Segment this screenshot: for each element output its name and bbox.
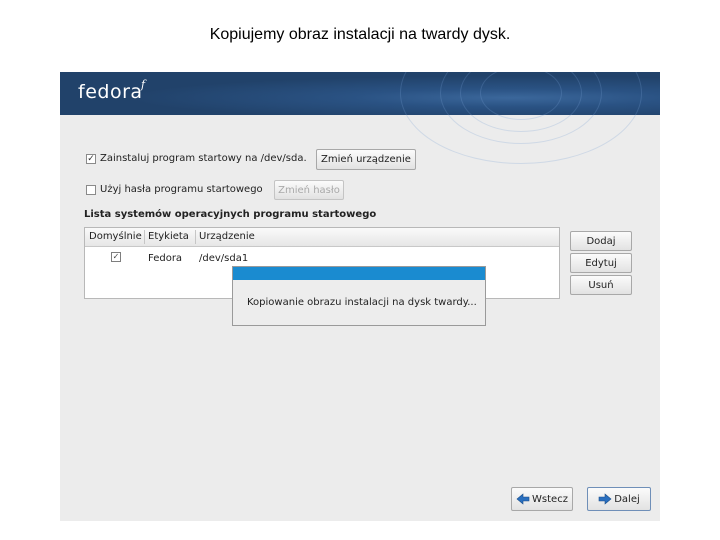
bootloader-password-label: Użyj hasła programu startowego bbox=[100, 184, 263, 195]
change-password-button[interactable]: Zmień hasło bbox=[274, 180, 344, 200]
bootloader-password-checkbox[interactable] bbox=[86, 184, 96, 195]
progress-message: Kopiowanie obrazu instalacji na dysk twa… bbox=[247, 297, 477, 308]
add-button[interactable]: Dodaj bbox=[570, 231, 632, 251]
row-label: Fedora bbox=[148, 253, 183, 264]
header-banner: fedora f bbox=[60, 72, 660, 164]
install-bootloader-label: Zainstaluj program startowy na /dev/sda. bbox=[100, 153, 307, 164]
bootloader-password-row: Użyj hasła programu startowego bbox=[86, 184, 263, 195]
column-header-label[interactable]: Etykieta bbox=[148, 231, 189, 242]
back-button[interactable]: Wstecz bbox=[511, 487, 573, 511]
install-bootloader-checkbox[interactable]: ✓ bbox=[86, 153, 96, 164]
back-label: Wstecz bbox=[532, 493, 568, 505]
fedora-infinity-icon: f bbox=[141, 78, 146, 91]
install-bootloader-row: ✓ Zainstaluj program startowy na /dev/sd… bbox=[86, 153, 307, 164]
change-device-button[interactable]: Zmień urządzenie bbox=[316, 149, 416, 170]
column-header-device[interactable]: Urządzenie bbox=[199, 231, 255, 242]
arrow-right-icon bbox=[598, 493, 612, 505]
edit-button[interactable]: Edytuj bbox=[570, 253, 632, 273]
progress-dialog: Kopiowanie obrazu instalacji na dysk twa… bbox=[232, 266, 486, 326]
table-header: Domyślnie Etykieta Urządzenie bbox=[85, 228, 559, 247]
column-header-default[interactable]: Domyślnie bbox=[89, 231, 142, 242]
dialog-titlebar[interactable] bbox=[233, 267, 485, 280]
slide-title: Kopiujemy obraz instalacji na twardy dys… bbox=[209, 26, 511, 43]
delete-button[interactable]: Usuń bbox=[570, 275, 632, 295]
installer-window: fedora f ✓ Zainstaluj program startowy n… bbox=[60, 72, 660, 521]
row-device: /dev/sda1 bbox=[199, 253, 249, 264]
arrow-left-icon bbox=[516, 493, 530, 505]
next-label: Dalej bbox=[614, 493, 640, 505]
next-button[interactable]: Dalej bbox=[587, 487, 651, 511]
fedora-logo: fedora bbox=[78, 81, 143, 103]
os-list-title: Lista systemów operacyjnych programu sta… bbox=[84, 209, 377, 220]
default-checkbox[interactable]: ✓ bbox=[111, 252, 121, 262]
